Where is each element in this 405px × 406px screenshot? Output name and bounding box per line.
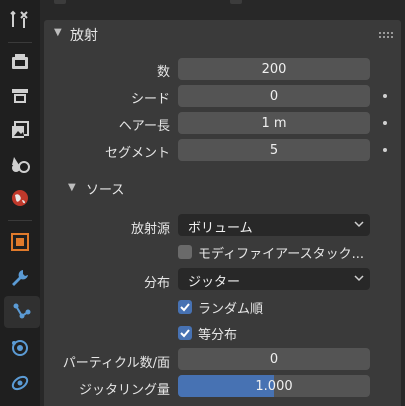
keyframe-dot-icon[interactable] (383, 94, 387, 98)
segments-field[interactable]: 5 (178, 139, 370, 161)
distribution-label: 分布 (143, 276, 170, 291)
source-subpanel-title[interactable]: ソース (86, 179, 124, 198)
particles-per-face-field[interactable]: 0 (178, 348, 370, 370)
tab-scene[interactable] (4, 148, 36, 180)
render-icon (12, 54, 28, 69)
particles-icon (13, 303, 31, 319)
tab-physics[interactable] (4, 332, 36, 364)
even-distribution-checkbox[interactable] (178, 326, 192, 340)
particles-per-face-label: パーティクル数/面 (62, 356, 170, 371)
even-distribution-label: 等分布 (198, 328, 238, 343)
source-collapse-arrow-icon[interactable]: ▼ (68, 182, 76, 193)
hair-length-label: ヘアー長 (118, 119, 170, 134)
chevron-down-icon (354, 221, 364, 228)
jitter-amount-label: ジッタリング量 (78, 383, 170, 398)
output-icon (12, 89, 28, 103)
properties-editor: ▼ 放射 数 200 シード 0 ヘアー長 1 m セグメント 5 ▼ ソース … (40, 0, 405, 406)
object-icon (11, 233, 29, 251)
tab-object[interactable] (4, 226, 36, 258)
seed-field[interactable]: 0 (178, 85, 370, 107)
jitter-amount-slider[interactable]: 1.000 (178, 375, 370, 397)
chevron-down-icon (354, 275, 364, 282)
tool-icon (10, 10, 28, 28)
previous-panel-remnant (40, 0, 405, 10)
checkmark-icon (180, 329, 190, 338)
modifier-wrench-icon (12, 270, 28, 286)
physics-icon (12, 340, 28, 356)
jitter-amount-value: 1.000 (255, 378, 293, 394)
tab-modifiers[interactable] (4, 262, 36, 294)
random-order-label: ランダム順 (198, 302, 264, 317)
tab-world[interactable] (4, 182, 36, 214)
world-icon (12, 190, 28, 206)
emission-panel-body: 数 200 シード 0 ヘアー長 1 m セグメント 5 ▼ ソース 放射源 ボ… (44, 48, 401, 406)
number-field[interactable]: 200 (178, 58, 370, 80)
keyframe-dot-icon[interactable] (383, 121, 387, 125)
tab-particles[interactable] (4, 296, 40, 328)
emission-panel-header[interactable]: ▼ 放射 (44, 20, 401, 48)
panel-title: 放射 (70, 28, 98, 44)
segments-label: セグメント (104, 146, 170, 161)
emit-from-label: 放射源 (130, 222, 170, 237)
number-label: 数 (156, 65, 170, 80)
keyframe-dot-icon[interactable] (383, 148, 387, 152)
tab-constraints[interactable] (4, 366, 36, 398)
hair-length-field[interactable]: 1 m (178, 112, 370, 134)
modifier-stack-label: モディファイアースタック... (198, 247, 365, 262)
checkmark-icon (180, 303, 190, 312)
distribution-dropdown[interactable]: ジッター (178, 268, 370, 290)
drag-grip-icon[interactable] (379, 32, 393, 38)
view-layer-icon (12, 121, 29, 138)
collapse-arrow-icon[interactable]: ▼ (54, 27, 62, 38)
random-order-checkbox[interactable] (178, 300, 192, 314)
tab-view-layer[interactable] (4, 114, 36, 146)
constraints-icon (11, 375, 29, 391)
tab-tool[interactable] (4, 4, 36, 36)
tab-output[interactable] (4, 80, 36, 112)
scene-icon (12, 157, 30, 173)
tab-render[interactable] (4, 46, 36, 78)
seed-label: シード (130, 92, 170, 107)
emit-from-dropdown[interactable]: ボリューム (178, 214, 370, 236)
properties-tab-bar (0, 0, 40, 406)
modifier-stack-checkbox[interactable] (178, 245, 192, 259)
